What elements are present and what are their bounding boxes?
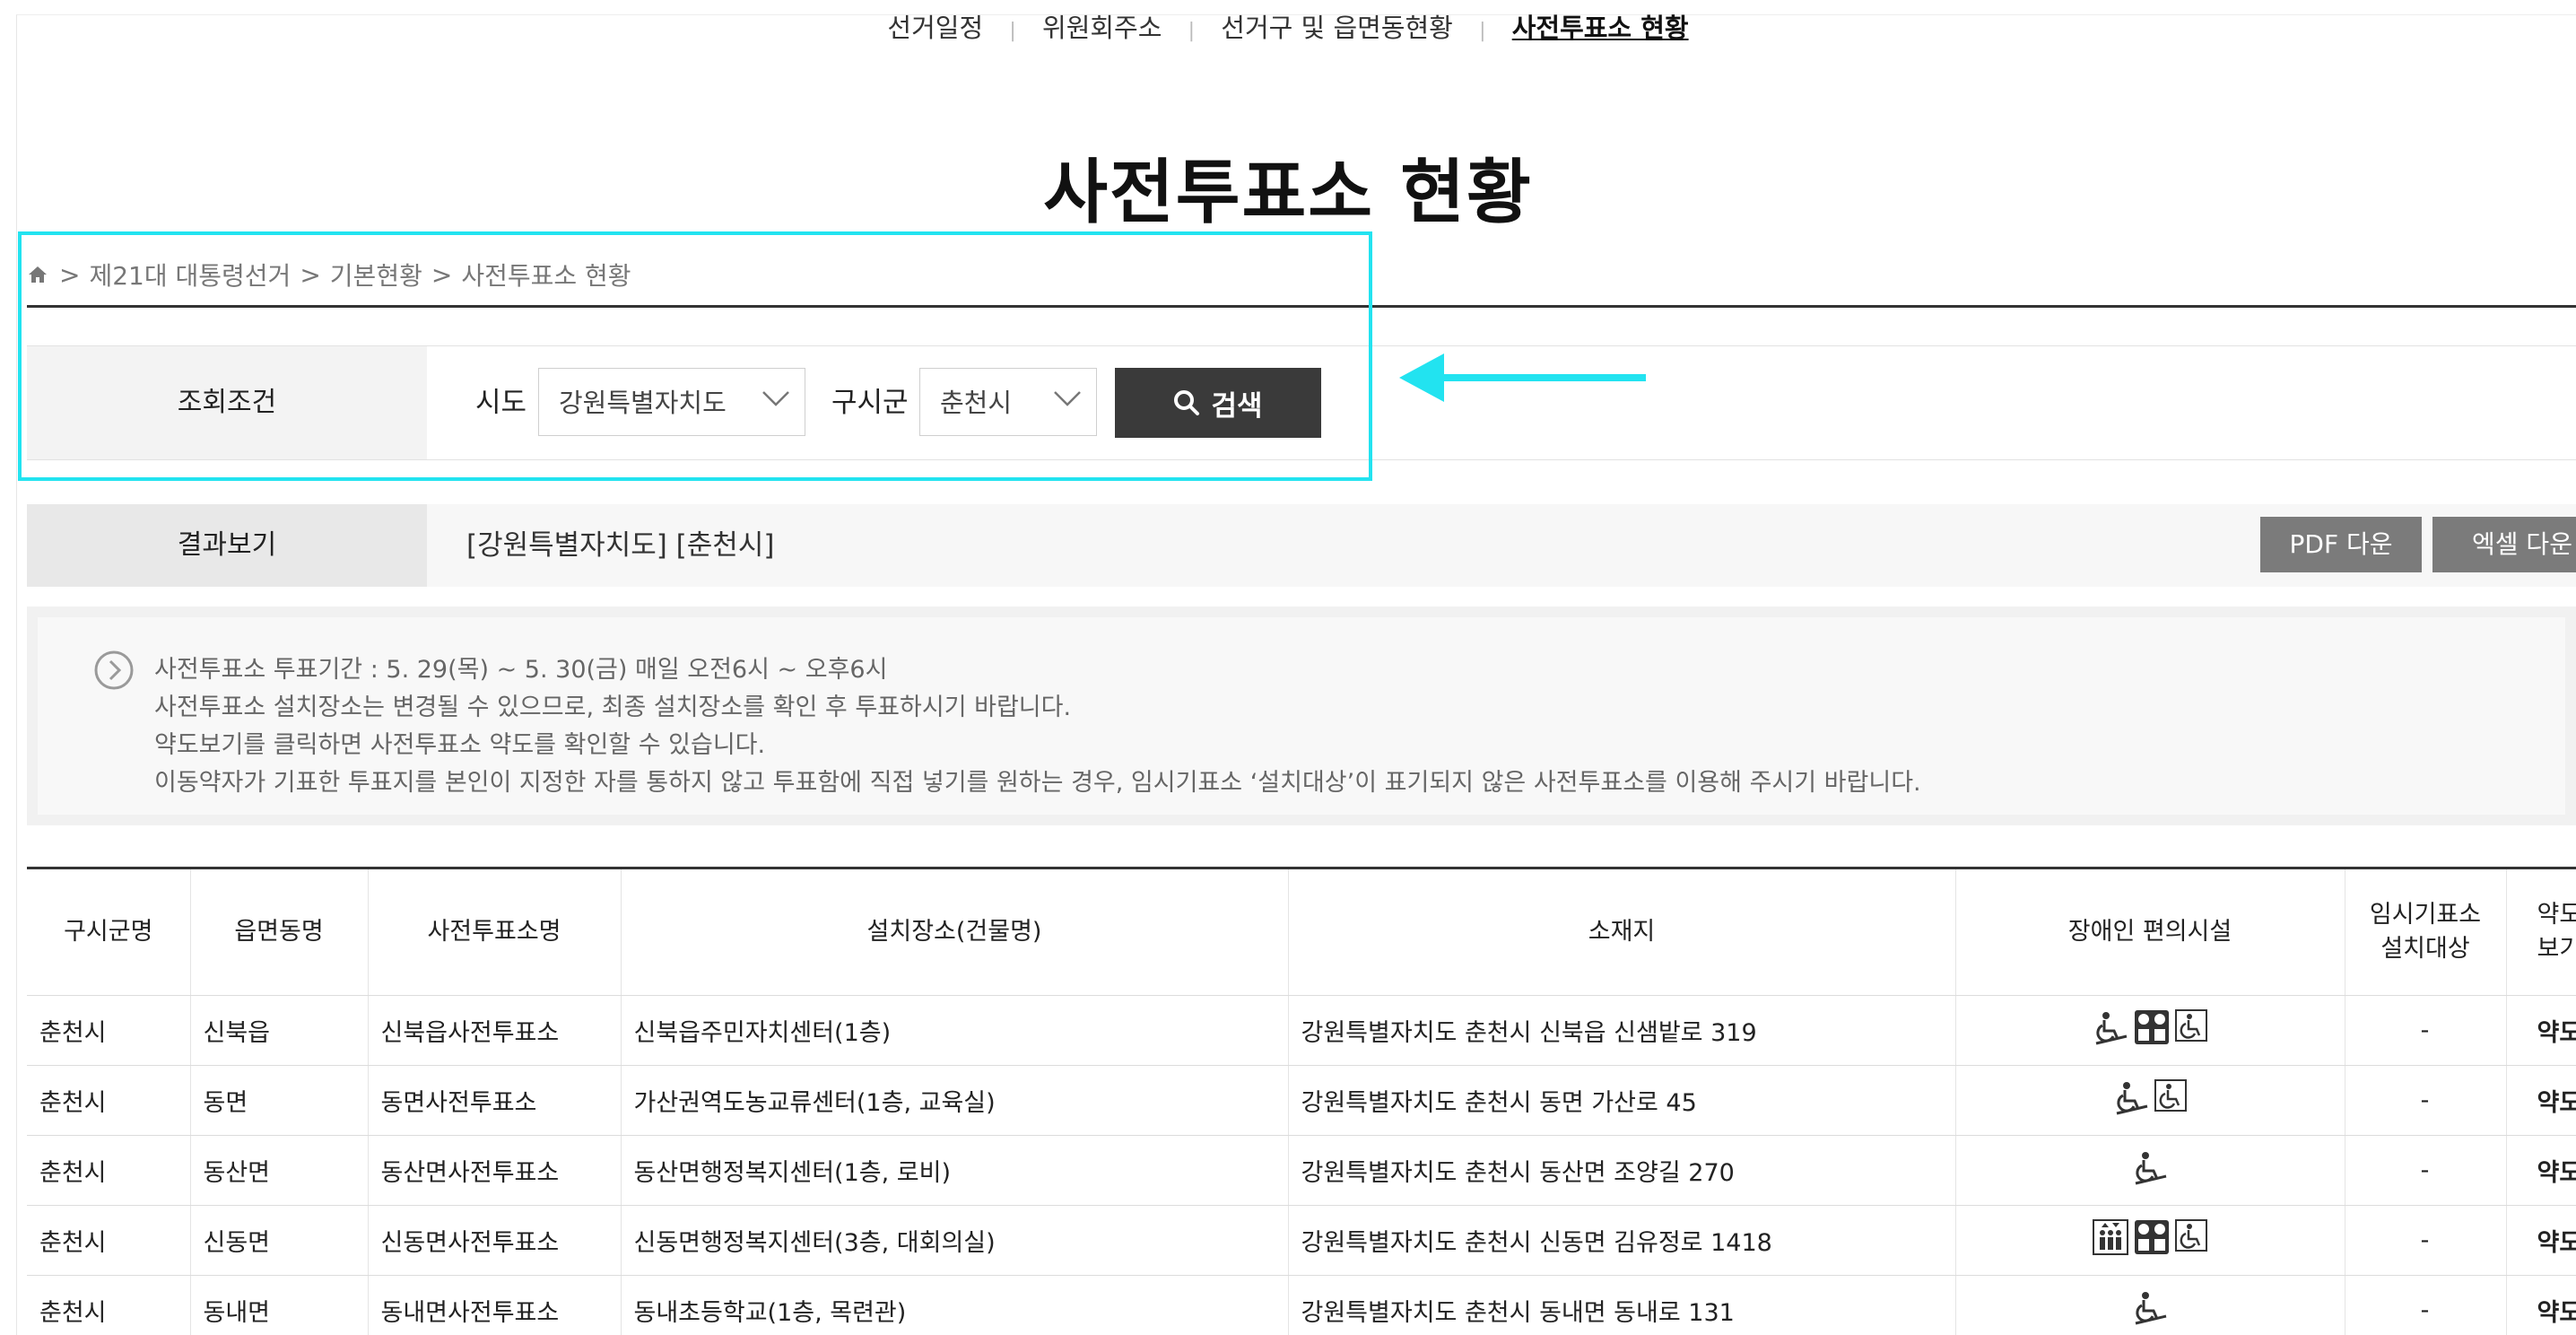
- wheelchair-icon: [2174, 1219, 2207, 1261]
- cell-sigungu: 춘천시: [27, 995, 191, 1066]
- result-label: 결과보기: [27, 504, 427, 587]
- result-value: [강원특별자치도] [춘천시]: [466, 529, 775, 562]
- map-link[interactable]: 약도: [2506, 1205, 2576, 1276]
- table-body: 춘천시 신북읍 신북읍사전투표소 신북읍주민자치센터(1층) 강원특별자치도 춘천시 신…: [27, 995, 2576, 1335]
- cell-sigungu: 춘천시: [27, 1205, 191, 1276]
- cell-station-name: 동산면사전투표소: [368, 1135, 622, 1206]
- pdf-download-button[interactable]: PDF 다운: [2260, 517, 2422, 572]
- cell-address: 강원특별자치도 춘천시 동면 가산로 45: [1288, 1065, 1956, 1136]
- polling-table-container: 구시군명 읍면동명 사전투표소명 설치장소(건물명) 소재지 장애인 편의시설 …: [27, 867, 2576, 1335]
- cell-sigungu: 춘천시: [27, 1065, 191, 1136]
- header-address: 소재지: [1288, 867, 1956, 996]
- cell-address: 강원특별자치도 춘천시 동내면 동내로 131: [1288, 1275, 1956, 1335]
- header-station-name: 사전투표소명: [368, 867, 622, 996]
- cell-accessibility: [1955, 1065, 2345, 1136]
- cell-eupmyeondong: 동내면: [190, 1275, 369, 1335]
- nav-item-schedule[interactable]: 선거일정: [882, 5, 988, 50]
- cell-address: 강원특별자치도 춘천시 동산면 조양길 270: [1288, 1135, 1956, 1206]
- map-link[interactable]: 약도: [2506, 1275, 2576, 1335]
- cell-eupmyeondong: 신동면: [190, 1205, 369, 1276]
- chevron-right-circle-icon: [94, 650, 134, 690]
- cell-eupmyeondong: 신북읍: [190, 995, 369, 1066]
- cell-station-name: 신동면사전투표소: [368, 1205, 622, 1276]
- elevator-icon: [2134, 1219, 2170, 1261]
- nav-separator: |: [1479, 20, 1486, 42]
- cell-temp-booth: -: [2345, 1275, 2507, 1335]
- header-eupmyeondong: 읍면동명: [190, 867, 369, 996]
- nav-separator: |: [1009, 20, 1016, 42]
- notice-line: 사전투표소 설치장소는 변경될 수 있으므로, 최종 설치장소를 확인 후 투표…: [154, 694, 1072, 721]
- cell-eupmyeondong: 동면: [190, 1065, 369, 1136]
- nav-item-early-voting[interactable]: 사전투표소 현황: [1507, 5, 1694, 50]
- top-nav: 선거일정 | 위원회주소 | 선거구 및 읍면동현황 | 사전투표소 현황: [0, 5, 2576, 50]
- cell-accessibility: [1955, 1275, 2345, 1335]
- result-panel: 결과보기 [강원특별자치도] [춘천시] PDF 다운 엑셀 다운: [27, 504, 2576, 587]
- header-accessibility: 장애인 편의시설: [1955, 867, 2345, 996]
- cell-place: 신북읍주민자치센터(1층): [621, 995, 1289, 1066]
- nav-item-district[interactable]: 선거구 및 읍면동현황: [1215, 5, 1458, 50]
- map-link[interactable]: 약도: [2506, 1065, 2576, 1136]
- cell-place: 신동면행정복지센터(3층, 대회의실): [621, 1205, 1289, 1276]
- cell-temp-booth: -: [2345, 1065, 2507, 1136]
- cell-accessibility: [1955, 1135, 2345, 1206]
- wheelchair-ramp-icon: [2113, 1079, 2149, 1121]
- wheelchair-icon: [2174, 1009, 2207, 1051]
- table-row: 춘천시 신동면 신동면사전투표소 신동면행정복지센터(3층, 대회의실) 강원특별자치도…: [27, 1205, 2576, 1276]
- notice-box: 사전투표소 투표기간 : 5. 29(목) ~ 5. 30(금) 매일 오전6시…: [27, 606, 2576, 825]
- cell-temp-booth: -: [2345, 1135, 2507, 1206]
- cell-place: 동내초등학교(1층, 목련관): [621, 1275, 1289, 1335]
- lift-icon: [2092, 1219, 2128, 1261]
- cell-sigungu: 춘천시: [27, 1275, 191, 1335]
- nav-separator: |: [1188, 20, 1196, 42]
- notice-line: 이동약자가 기표한 투표지를 본인이 지정한 자를 통하지 않고 투표함에 직접…: [154, 769, 1921, 797]
- cell-station-name: 신북읍사전투표소: [368, 995, 622, 1066]
- cell-address: 강원특별자치도 춘천시 신북읍 신샘밭로 319: [1288, 995, 1956, 1066]
- excel-download-button[interactable]: 엑셀 다운: [2432, 517, 2576, 572]
- cell-temp-booth: -: [2345, 1205, 2507, 1276]
- table-row: 춘천시 신북읍 신북읍사전투표소 신북읍주민자치센터(1층) 강원특별자치도 춘천시 신…: [27, 995, 2576, 1066]
- header-place: 설치장소(건물명): [621, 867, 1289, 996]
- notice-line: 사전투표소 투표기간 : 5. 29(목) ~ 5. 30(금) 매일 오전6시…: [154, 656, 888, 684]
- cell-address: 강원특별자치도 춘천시 신동면 김유정로 1418: [1288, 1205, 1956, 1276]
- table-row: 춘천시 동내면 동내면사전투표소 동내초등학교(1층, 목련관) 강원특별자치도 춘천시…: [27, 1275, 2576, 1335]
- annotation-highlight-box: [18, 231, 1372, 481]
- map-link[interactable]: 약도: [2506, 1135, 2576, 1206]
- wheelchair-ramp-icon: [2093, 1009, 2128, 1051]
- notice-lines: 사전투표소 투표기간 : 5. 29(목) ~ 5. 30(금) 매일 오전6시…: [154, 651, 1921, 802]
- cell-accessibility: [1955, 995, 2345, 1066]
- header-sigungu: 구시군명: [27, 867, 191, 996]
- header-temp-booth: 임시기표소 설치대상: [2345, 867, 2507, 996]
- wheelchair-icon: [2154, 1079, 2187, 1121]
- header-map: 약도 보기: [2506, 867, 2576, 996]
- cell-place: 동산면행정복지센터(1층, 로비): [621, 1135, 1289, 1206]
- annotation-arrow-icon: [1399, 353, 1646, 402]
- polling-table: 구시군명 읍면동명 사전투표소명 설치장소(건물명) 소재지 장애인 편의시설 …: [27, 867, 2576, 1335]
- cell-accessibility: [1955, 1205, 2345, 1276]
- cell-sigungu: 춘천시: [27, 1135, 191, 1206]
- table-header-row: 구시군명 읍면동명 사전투표소명 설치장소(건물명) 소재지 장애인 편의시설 …: [27, 867, 2576, 996]
- map-link[interactable]: 약도: [2506, 995, 2576, 1066]
- cell-temp-booth: -: [2345, 995, 2507, 1066]
- page: 선거일정 | 위원회주소 | 선거구 및 읍면동현황 | 사전투표소 현황 사전…: [0, 0, 2576, 1335]
- cell-eupmyeondong: 동산면: [190, 1135, 369, 1206]
- wheelchair-ramp-icon: [2132, 1149, 2168, 1191]
- wheelchair-ramp-icon: [2132, 1289, 2168, 1331]
- cell-station-name: 동면사전투표소: [368, 1065, 622, 1136]
- cell-place: 가산권역도농교류센터(1층, 교육실): [621, 1065, 1289, 1136]
- table-row: 춘천시 동산면 동산면사전투표소 동산면행정복지센터(1층, 로비) 강원특별자치도 춘…: [27, 1135, 2576, 1206]
- nav-item-committee[interactable]: 위원회주소: [1037, 5, 1167, 50]
- elevator-icon: [2134, 1009, 2170, 1051]
- cell-station-name: 동내면사전투표소: [368, 1275, 622, 1335]
- table-row: 춘천시 동면 동면사전투표소 가산권역도농교류센터(1층, 교육실) 강원특별자치도 춘…: [27, 1065, 2576, 1136]
- notice-line: 약도보기를 클릭하면 사전투표소 약도를 확인할 수 있습니다.: [154, 731, 766, 759]
- page-title: 사전투표소 현황: [1043, 153, 1533, 233]
